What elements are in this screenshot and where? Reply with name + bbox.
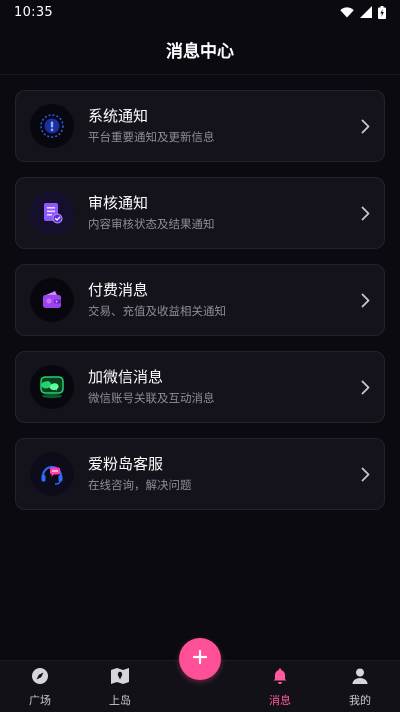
chevron-right-icon	[361, 119, 370, 134]
chevron-right-icon	[361, 380, 370, 395]
review-notice-icon	[30, 191, 74, 235]
plus-icon	[192, 649, 208, 669]
signal-icon	[360, 6, 372, 18]
tab-bar: 广场 上岛 消息 我的	[0, 638, 400, 712]
message-item-title: 加微信消息	[88, 368, 164, 386]
header: 消息中心	[0, 24, 400, 75]
message-item-text: 爱粉岛客服 在线咨询，解决问题	[88, 454, 361, 494]
message-item-system[interactable]: 系统通知 平台重要通知及更新信息	[15, 90, 385, 162]
message-item-title: 付费消息	[88, 281, 149, 299]
tab-island[interactable]: 上岛	[80, 660, 160, 712]
status-icons	[340, 5, 386, 19]
page-title: 消息中心	[166, 41, 234, 62]
wifi-icon	[340, 6, 354, 18]
message-item-text: 付费消息 交易、充值及收益相关通知	[88, 280, 361, 320]
message-item-title: 审核通知	[88, 194, 149, 212]
system-notice-icon	[30, 104, 74, 148]
message-item-subtitle: 内容审核状态及结果通知	[88, 217, 215, 231]
message-item-title: 爱粉岛客服	[88, 455, 164, 473]
message-item-wechat[interactable]: 加微信消息 微信账号关联及互动消息	[15, 351, 385, 423]
chevron-right-icon	[361, 467, 370, 482]
tab-profile[interactable]: 我的	[320, 660, 400, 712]
payment-icon	[30, 278, 74, 322]
message-item-subtitle: 交易、充值及收益相关通知	[88, 304, 226, 318]
map-icon	[110, 667, 130, 689]
message-item-subtitle: 微信账号关联及互动消息	[88, 391, 215, 405]
tab-square[interactable]: 广场	[0, 660, 80, 712]
message-category-list: 系统通知 平台重要通知及更新信息 审核通知 内容审核状态及结果通知 付费消息 交…	[15, 90, 385, 525]
message-item-payment[interactable]: 付费消息 交易、充值及收益相关通知	[15, 264, 385, 336]
tab-label: 广场	[29, 694, 51, 707]
message-item-text: 审核通知 内容审核状态及结果通知	[88, 193, 361, 233]
message-item-title: 系统通知	[88, 107, 149, 125]
fab-container	[160, 638, 240, 712]
message-item-text: 系统通知 平台重要通知及更新信息	[88, 106, 361, 146]
message-item-text: 加微信消息 微信账号关联及互动消息	[88, 367, 361, 407]
tab-label: 上岛	[109, 694, 131, 707]
user-icon	[351, 667, 369, 689]
chevron-right-icon	[361, 293, 370, 308]
customer-service-icon	[30, 452, 74, 496]
tab-label: 消息	[269, 694, 291, 707]
create-post-button[interactable]	[179, 638, 221, 680]
bell-icon	[271, 667, 289, 689]
status-time: 10:35	[14, 4, 53, 20]
wechat-icon	[30, 365, 74, 409]
battery-icon	[378, 5, 386, 19]
message-item-subtitle: 在线咨询，解决问题	[88, 478, 192, 492]
tab-messages[interactable]: 消息	[240, 660, 320, 712]
compass-icon	[31, 667, 49, 689]
status-bar: 10:35	[0, 0, 400, 24]
message-item-review[interactable]: 审核通知 内容审核状态及结果通知	[15, 177, 385, 249]
tab-label: 我的	[349, 694, 371, 707]
chevron-right-icon	[361, 206, 370, 221]
message-item-customer-service[interactable]: 爱粉岛客服 在线咨询，解决问题	[15, 438, 385, 510]
message-item-subtitle: 平台重要通知及更新信息	[88, 130, 215, 144]
